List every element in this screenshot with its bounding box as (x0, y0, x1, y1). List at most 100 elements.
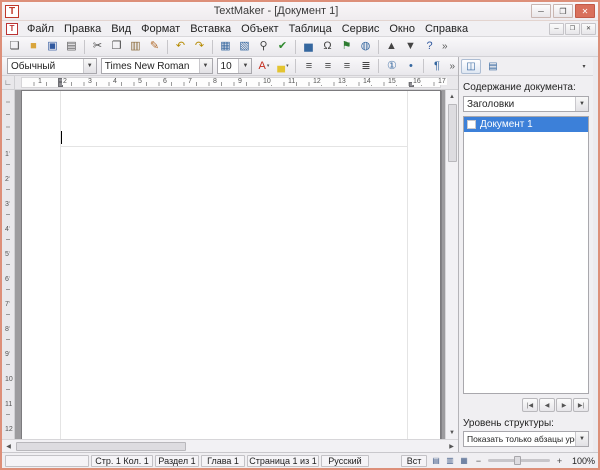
status-language[interactable]: Русский (321, 455, 369, 467)
insert-table-icon[interactable]: ▦ (217, 39, 234, 55)
insert-hyperlink-icon[interactable]: ◍ (357, 39, 374, 55)
objects-pane-toggle-icon[interactable]: ▤ (483, 59, 503, 74)
nav-first-button[interactable]: |◀ (522, 398, 538, 412)
menu-view[interactable]: Вид (106, 22, 136, 36)
doc-minimize-button[interactable]: ─ (549, 23, 564, 35)
normal-view-button[interactable]: ▥ (443, 454, 457, 467)
tab-type-selector[interactable]: ∟ (2, 76, 15, 89)
scroll-left-icon[interactable]: ◀ (2, 440, 15, 453)
menu-window[interactable]: Окно (384, 22, 420, 36)
copy-icon[interactable]: ❐ (108, 39, 125, 55)
undo-icon[interactable]: ↶ (172, 39, 189, 55)
outline-item[interactable]: Документ 1 (464, 117, 588, 132)
toolbar-overflow-chevron[interactable]: » (442, 41, 448, 52)
search-icon[interactable]: ⚲ (255, 39, 272, 55)
highlight-icon[interactable]: ▄▾ (274, 58, 291, 74)
menu-help[interactable]: Справка (420, 22, 473, 36)
zoom-out-button[interactable]: − (473, 455, 484, 466)
toolbar-overflow-chevron[interactable]: » (449, 61, 455, 72)
status-insert-mode[interactable]: Вст (401, 455, 427, 467)
ruler-scale (21, 77, 441, 88)
horizontal-scroll-thumb[interactable] (16, 442, 186, 451)
nav-last-button[interactable]: ▶| (573, 398, 589, 412)
chevron-down-icon[interactable]: ▼ (575, 97, 588, 111)
doc-restore-button[interactable]: ❐ (565, 23, 580, 35)
print-icon[interactable]: ▤ (63, 39, 80, 55)
format-paintbrush-icon[interactable]: ✎ (146, 39, 163, 55)
page-layout-view-button[interactable]: ▤ (429, 454, 443, 467)
document-page[interactable] (21, 90, 441, 439)
help-icon[interactable]: ? (421, 39, 438, 55)
insert-chart-icon[interactable]: ▅ (300, 39, 317, 55)
menu-table[interactable]: Таблица (284, 22, 337, 36)
sidebar-menu-dropdown[interactable]: ▾ (577, 63, 591, 70)
font-size-combo[interactable]: 10 ▼ (217, 58, 253, 74)
goto-next-icon[interactable]: ▼ (402, 39, 419, 55)
headings-pane-toggle-icon[interactable]: ◫ (461, 59, 481, 74)
menu-format[interactable]: Формат (136, 22, 185, 36)
menu-object[interactable]: Объект (236, 22, 283, 36)
bookmark-icon[interactable]: ⚑ (338, 39, 355, 55)
align-left-icon[interactable]: ≡ (300, 58, 317, 74)
maximize-button[interactable]: ❐ (553, 4, 573, 18)
outline-level-combo[interactable]: Показать только абзацы уровней 1-9 ▼ (463, 431, 589, 447)
save-icon[interactable]: ▣ (44, 39, 61, 55)
zoom-slider-thumb[interactable] (514, 456, 521, 465)
insert-frame-icon[interactable]: ▧ (236, 39, 253, 55)
spell-check-icon[interactable]: ✔ (274, 39, 291, 55)
status-page[interactable]: Страница 1 из 1 (247, 455, 319, 467)
paste-icon[interactable]: ▥ (127, 39, 144, 55)
minimize-button[interactable]: ─ (531, 4, 551, 18)
outline-filter-combo[interactable]: Заголовки ▼ (463, 96, 589, 112)
menu-edit[interactable]: Правка (59, 22, 106, 36)
horizontal-ruler[interactable]: 1234567891011121314151617 (15, 76, 458, 89)
vertical-ruler[interactable]: 123456789101112 (2, 90, 15, 439)
scroll-right-icon[interactable]: ▶ (445, 440, 458, 453)
paragraph-marks-icon[interactable]: ¶ (428, 58, 445, 74)
chevron-down-icon[interactable]: ▼ (238, 59, 251, 73)
horizontal-scrollbar[interactable]: ◀ ▶ (2, 439, 458, 452)
vertical-scroll-thumb[interactable] (448, 104, 457, 162)
align-right-icon[interactable]: ≡ (338, 58, 355, 74)
align-center-icon[interactable]: ≡ (319, 58, 336, 74)
status-cursor-position[interactable]: Стр. 1 Кол. 1 (91, 455, 153, 467)
status-chapter[interactable]: Глава 1 (201, 455, 245, 467)
zoom-in-button[interactable]: + (554, 455, 565, 466)
vertical-scrollbar[interactable]: ▲ ▼ (445, 90, 458, 439)
font-color-icon[interactable]: А▾ (255, 58, 272, 74)
nav-next-button[interactable]: ▶ (556, 398, 572, 412)
cut-icon[interactable]: ✂ (89, 39, 106, 55)
chevron-down-icon[interactable]: ▼ (199, 59, 212, 73)
outline-item-checkbox[interactable] (467, 120, 476, 129)
doc-close-button[interactable]: ✕ (581, 23, 596, 35)
chevron-down-icon[interactable]: ▼ (83, 59, 96, 73)
menu-file[interactable]: Файл (22, 22, 59, 36)
document-menu-icon[interactable]: T (6, 23, 18, 35)
scroll-down-icon[interactable]: ▼ (446, 426, 459, 439)
menu-tools[interactable]: Сервис (337, 22, 385, 36)
redo-icon[interactable]: ↷ (191, 39, 208, 55)
status-info[interactable] (5, 455, 89, 467)
chevron-down-icon[interactable]: ▾ (267, 64, 270, 69)
insert-symbol-icon[interactable]: Ω (319, 39, 336, 55)
document-area[interactable] (15, 90, 445, 439)
status-section[interactable]: Раздел 1 (155, 455, 199, 467)
scroll-up-icon[interactable]: ▲ (446, 90, 459, 103)
nav-previous-button[interactable]: ◀ (539, 398, 555, 412)
close-button[interactable]: ✕ (575, 4, 595, 18)
chevron-down-icon[interactable]: ▼ (575, 432, 588, 446)
new-document-icon[interactable]: ❏ (6, 39, 23, 55)
font-name-combo[interactable]: Times New Roman ▼ (101, 58, 213, 74)
align-justify-icon[interactable]: ≣ (357, 58, 374, 74)
open-folder-icon[interactable]: ■ (25, 39, 42, 55)
numbered-list-icon[interactable]: ① (383, 58, 400, 74)
ruler-number: 17 (437, 78, 447, 85)
fullscreen-view-button[interactable]: ▦ (457, 454, 471, 467)
zoom-slider[interactable] (488, 459, 550, 462)
bullet-list-icon[interactable]: • (402, 58, 419, 74)
paragraph-style-combo[interactable]: Обычный ▼ (7, 58, 97, 74)
chevron-down-icon[interactable]: ▾ (286, 64, 289, 69)
goto-previous-icon[interactable]: ▲ (383, 39, 400, 55)
menu-insert[interactable]: Вставка (185, 22, 236, 36)
document-outline-list[interactable]: Документ 1 (463, 116, 589, 394)
